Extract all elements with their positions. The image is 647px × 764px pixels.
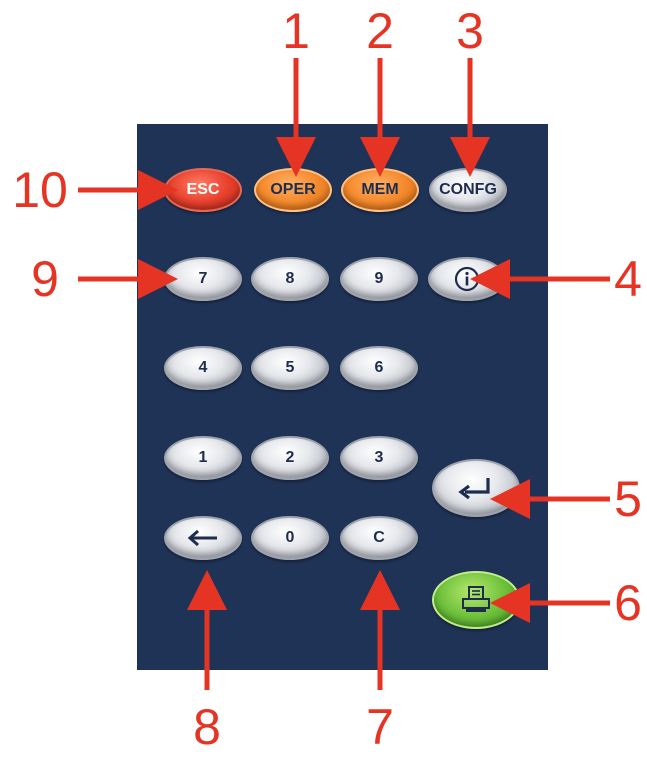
callout-2: 2 bbox=[366, 3, 394, 59]
callout-5: 5 bbox=[614, 471, 642, 527]
callout-8: 8 bbox=[193, 699, 221, 755]
callout-4: 4 bbox=[614, 251, 642, 307]
callout-9: 9 bbox=[31, 251, 59, 307]
callout-7: 7 bbox=[366, 699, 394, 755]
callout-3: 3 bbox=[456, 3, 484, 59]
callout-arrows bbox=[78, 58, 610, 690]
callout-1: 1 bbox=[282, 3, 310, 59]
callout-10: 10 bbox=[12, 162, 68, 218]
callout-6: 6 bbox=[614, 575, 642, 631]
